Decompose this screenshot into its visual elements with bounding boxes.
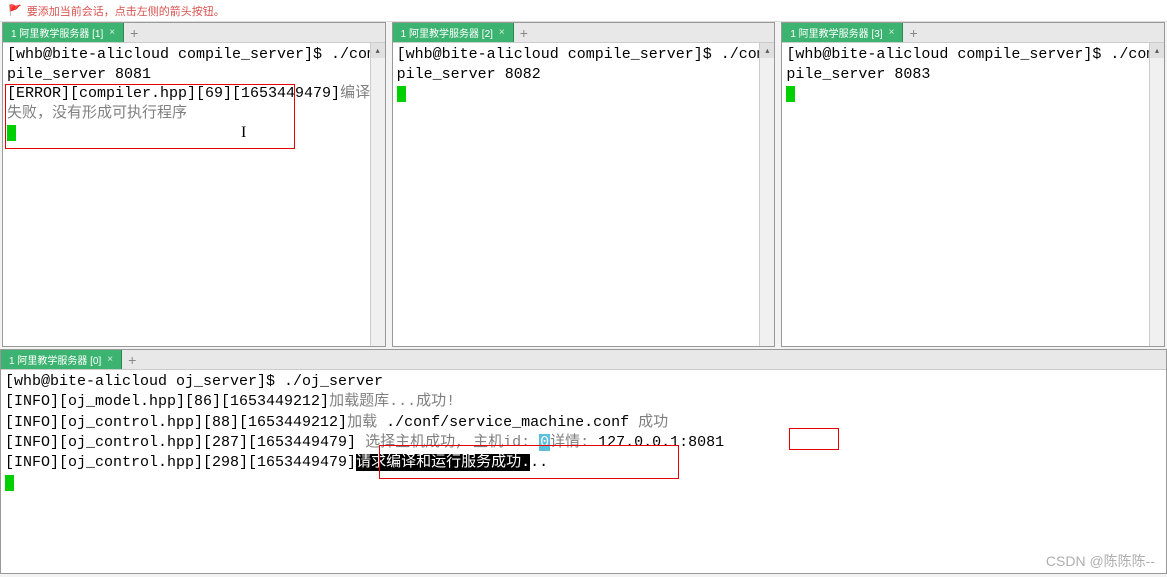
tab-label: 1 阿里教学服务器 [1] [11, 25, 103, 40]
log-line: [INFO][oj_model.hpp][86][1653449212] [5, 393, 329, 410]
scroll-up-icon[interactable]: ▴ [760, 43, 774, 58]
add-tab-button[interactable]: + [122, 352, 142, 368]
terminal-tab-0[interactable]: 1 阿里教学服务器 [0] × [1, 350, 122, 369]
close-icon[interactable]: × [889, 27, 895, 38]
tab-label: 1 阿里教学服务器 [3] [790, 25, 882, 40]
add-tab-button[interactable]: + [903, 25, 923, 41]
cursor-icon [7, 125, 16, 141]
flag-icon: 🚩 [8, 4, 22, 17]
host-id-badge: 0 [539, 434, 550, 451]
log-line: [INFO][oj_control.hpp][88][1653449212] [5, 414, 347, 431]
terminal-output-0[interactable]: [whb@bite-alicloud oj_server]$ ./oj_serv… [1, 370, 1166, 496]
scrollbar[interactable]: ▴ [759, 43, 774, 346]
terminal-tab-2[interactable]: 1 阿里教学服务器 [2] × [393, 23, 514, 42]
log-line: [INFO][oj_control.hpp][287][1653449479] [5, 434, 356, 451]
log-text: ./conf/service_machine.conf [377, 414, 638, 431]
tab-bar: 1 阿里教学服务器 [1] × + [3, 23, 385, 43]
terminal-pane-1: 1 阿里教学服务器 [1] × + [whb@bite-alicloud com… [2, 22, 386, 347]
terminal-output-1[interactable]: [whb@bite-alicloud compile_server]$ ./co… [3, 43, 385, 346]
terminal-tab-3[interactable]: 1 阿里教学服务器 [3] × [782, 23, 903, 42]
terminal-output-2[interactable]: [whb@bite-alicloud compile_server]$ ./co… [393, 43, 775, 346]
log-text: 详情: [550, 434, 598, 451]
watermark: CSDN @陈陈陈-- [1046, 551, 1155, 571]
terminal-pane-2: 1 阿里教学服务器 [2] × + [whb@bite-alicloud com… [392, 22, 776, 347]
log-text: 加载 [347, 414, 377, 431]
terminal-output-3[interactable]: [whb@bite-alicloud compile_server]$ ./co… [782, 43, 1164, 346]
log-line: [INFO][oj_control.hpp][298][1653449479] [5, 454, 356, 471]
add-tab-button[interactable]: + [124, 25, 144, 41]
tab-label: 1 阿里教学服务器 [0] [9, 352, 101, 367]
log-text: 选择主机成功, 主机id: [356, 434, 539, 451]
close-icon[interactable]: × [107, 354, 113, 365]
scroll-up-icon[interactable]: ▴ [1150, 43, 1164, 58]
hint-bar: 🚩 要添加当前会话，点击左侧的箭头按钮。 [0, 0, 1167, 22]
tab-bar: 1 阿里教学服务器 [2] × + [393, 23, 775, 43]
add-tab-button[interactable]: + [514, 25, 534, 41]
top-panes-row: 1 阿里教学服务器 [1] × + [whb@bite-alicloud com… [0, 22, 1167, 347]
tab-label: 1 阿里教学服务器 [2] [401, 25, 493, 40]
close-icon[interactable]: × [109, 27, 115, 38]
hint-text: 要添加当前会话，点击左侧的箭头按钮。 [27, 3, 225, 19]
log-text: .. [530, 454, 548, 471]
prompt-line: [whb@bite-alicloud oj_server]$ ./oj_serv… [5, 373, 383, 390]
terminal-pane-3: 1 阿里教学服务器 [3] × + [whb@bite-alicloud com… [781, 22, 1165, 347]
host-ip: 127.0.0.1:8081 [598, 434, 724, 451]
tab-bar: 1 阿里教学服务器 [3] × + [782, 23, 1164, 43]
tab-bar: 1 阿里教学服务器 [0] × + [1, 350, 1166, 370]
cursor-icon [5, 475, 14, 491]
close-icon[interactable]: × [499, 27, 505, 38]
scrollbar[interactable]: ▴ [1149, 43, 1164, 346]
scroll-up-icon[interactable]: ▴ [371, 43, 385, 58]
cursor-icon [397, 86, 406, 102]
cursor-icon [786, 86, 795, 102]
text-cursor-icon: I [241, 123, 246, 144]
log-text: 成功 [638, 414, 668, 431]
scrollbar[interactable]: ▴ [370, 43, 385, 346]
terminal-tab-1[interactable]: 1 阿里教学服务器 [1] × [3, 23, 124, 42]
terminal-pane-0: 1 阿里教学服务器 [0] × + [whb@bite-alicloud oj_… [0, 349, 1167, 574]
log-text: 加载题库...成功! [329, 393, 455, 410]
highlighted-text: 请求编译和运行服务成功. [356, 454, 530, 471]
